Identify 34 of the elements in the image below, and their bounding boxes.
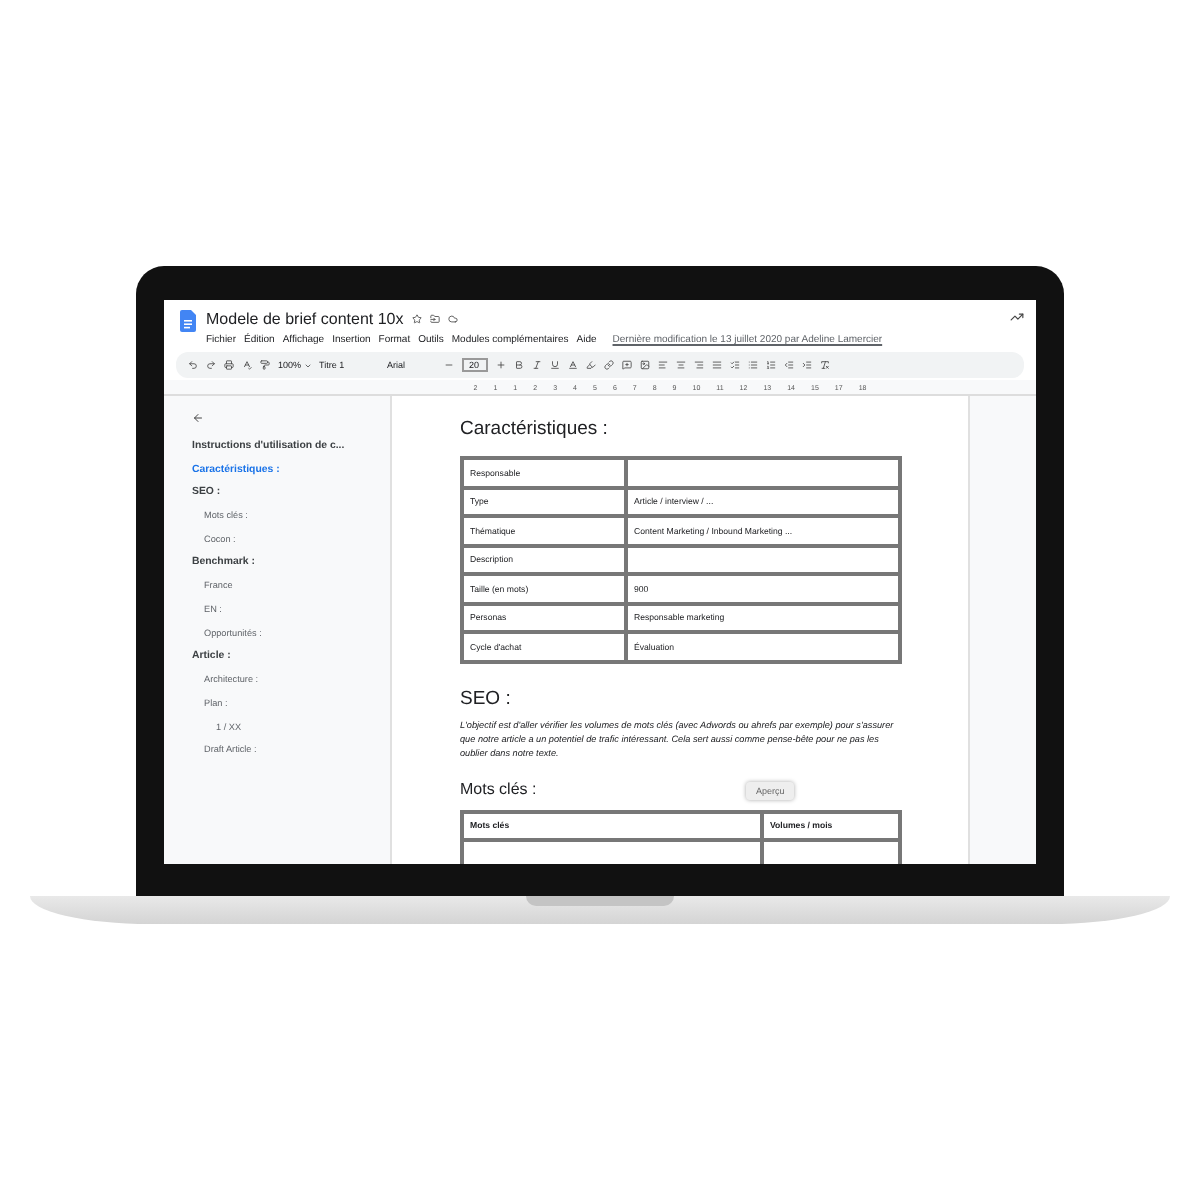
folder-icon[interactable]	[429, 314, 440, 324]
link-icon[interactable]	[603, 360, 614, 370]
align-right-icon[interactable]	[693, 360, 704, 370]
plus-icon[interactable]	[495, 360, 506, 370]
cloud-icon[interactable]	[447, 314, 458, 324]
checklist-icon[interactable]	[729, 360, 740, 370]
document-title[interactable]: Modele de brief content 10x	[206, 310, 404, 328]
text-color-icon[interactable]	[567, 360, 578, 370]
print-icon[interactable]	[224, 360, 234, 370]
section-heading: Caractéristiques :	[460, 418, 610, 440]
document-icon[interactable]	[180, 310, 196, 332]
align-left-icon[interactable]	[657, 360, 668, 370]
star-icon[interactable]	[411, 314, 422, 324]
trend-icon[interactable]	[1010, 310, 1024, 324]
redo-icon[interactable]	[206, 360, 216, 370]
indent-decrease-icon[interactable]	[783, 360, 794, 370]
undo-icon[interactable]	[188, 360, 198, 370]
comment-icon[interactable]	[621, 360, 632, 370]
justify-icon[interactable]	[711, 360, 722, 370]
subheading: Mots clés :	[460, 779, 537, 797]
image-icon[interactable]	[639, 360, 650, 370]
bold-icon[interactable]	[513, 360, 524, 370]
numbered-list-icon[interactable]	[765, 360, 776, 370]
section-heading: SEO :	[460, 687, 513, 709]
underline-icon[interactable]	[549, 360, 560, 370]
align-center-icon[interactable]	[675, 360, 686, 370]
clear-format-icon[interactable]	[819, 360, 830, 370]
italic-icon[interactable]	[531, 360, 542, 370]
spellcheck-icon[interactable]	[242, 360, 252, 370]
paint-roller-icon[interactable]	[260, 360, 270, 370]
bullet-list-icon[interactable]	[747, 360, 758, 370]
highlighter-icon[interactable]	[585, 360, 596, 370]
indent-increase-icon[interactable]	[801, 360, 812, 370]
back-arrow-icon[interactable]	[192, 412, 204, 424]
